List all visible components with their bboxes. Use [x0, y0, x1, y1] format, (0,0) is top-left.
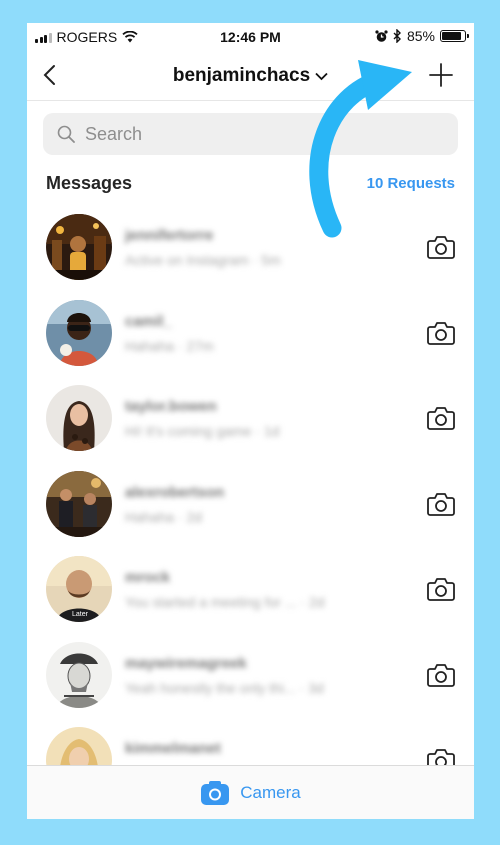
alarm-icon	[375, 29, 388, 42]
conversation-preview: You started a meeting for ... · 2d	[125, 594, 325, 610]
messages-header: Messages 10 Requests	[46, 173, 455, 194]
avatar	[46, 299, 112, 366]
avatar	[46, 470, 112, 537]
bluetooth-icon	[393, 29, 401, 43]
conversation-name: mrock	[125, 569, 171, 586]
camera-icon[interactable]	[426, 318, 456, 348]
camera-label: Camera	[240, 782, 301, 802]
conversation-preview: Hi! It's coming game · 1d	[125, 423, 280, 439]
battery-icon	[440, 30, 469, 42]
conversation-row[interactable]: camil_ Hahaha · 27m	[27, 295, 474, 381]
conversation-row[interactable]: jennifertorre Active on Instagram · 5m	[27, 209, 474, 295]
account-switcher[interactable]: benjaminchacs	[173, 65, 328, 87]
chevron-down-icon	[315, 72, 328, 80]
battery-fill	[442, 32, 461, 40]
camera-icon[interactable]	[426, 574, 456, 604]
conversation-row[interactable]: Later mrock You started a meeting for ... …	[27, 551, 474, 637]
avatar	[46, 641, 112, 708]
camera-icon[interactable]	[426, 660, 456, 690]
conversation-name: camil_	[125, 312, 172, 330]
conversation-name: alexrobertson	[125, 483, 225, 501]
username-title: benjaminchacs	[172, 65, 311, 86]
messages-title: Messages	[46, 173, 133, 193]
status-right: 85%	[375, 28, 469, 44]
conversation-list: jennifertorre Active on Instagram · 5m cam…	[27, 209, 474, 808]
conversation-preview: Active on Instagram · 5m	[125, 252, 281, 268]
battery-percent: 85%	[406, 28, 435, 44]
search-placeholder: Search	[85, 123, 143, 144]
conversation-row[interactable]: taylor.bowen Hi! It's coming game · 1d	[27, 380, 474, 466]
status-bar: ROGERS 12:46 PM 85%	[27, 23, 474, 51]
camera-icon[interactable]	[426, 232, 456, 262]
search-input[interactable]: Search	[43, 113, 458, 155]
avatar	[46, 385, 112, 451]
svg-text:Later: Later	[72, 611, 89, 618]
search-icon	[57, 125, 75, 143]
phone-screen: ROGERS 12:46 PM 85% benjaminchacs Search…	[27, 23, 474, 819]
conversation-name: kimmelmanet	[125, 740, 221, 757]
conversation-row[interactable]: alexrobertson Hahaha · 2d	[27, 466, 474, 552]
conversation-name: taylor.bowen	[125, 398, 217, 415]
conversation-preview: Hahaha · 27m	[125, 337, 214, 354]
requests-link[interactable]: 10 Requests	[367, 175, 455, 192]
avatar: Later	[46, 556, 112, 622]
camera-icon[interactable]	[426, 403, 456, 433]
conversation-row[interactable]: maywiremagreek Yeah honestly the only thi…	[27, 637, 474, 723]
avatar	[46, 214, 112, 280]
header: benjaminchacs	[27, 51, 474, 101]
camera-icon[interactable]	[426, 489, 456, 519]
camera-bar-button[interactable]: Camera	[27, 765, 474, 819]
conversation-preview: Yeah honestly the only thi... · 3d	[125, 679, 324, 696]
camera-icon	[201, 780, 230, 805]
conversation-name: maywiremagreek	[125, 654, 247, 672]
conversation-name: jennifertorre	[125, 227, 214, 244]
conversation-preview: Hahaha · 2d	[125, 508, 203, 525]
back-icon[interactable]	[39, 61, 63, 89]
new-message-plus-icon[interactable]	[428, 62, 454, 88]
